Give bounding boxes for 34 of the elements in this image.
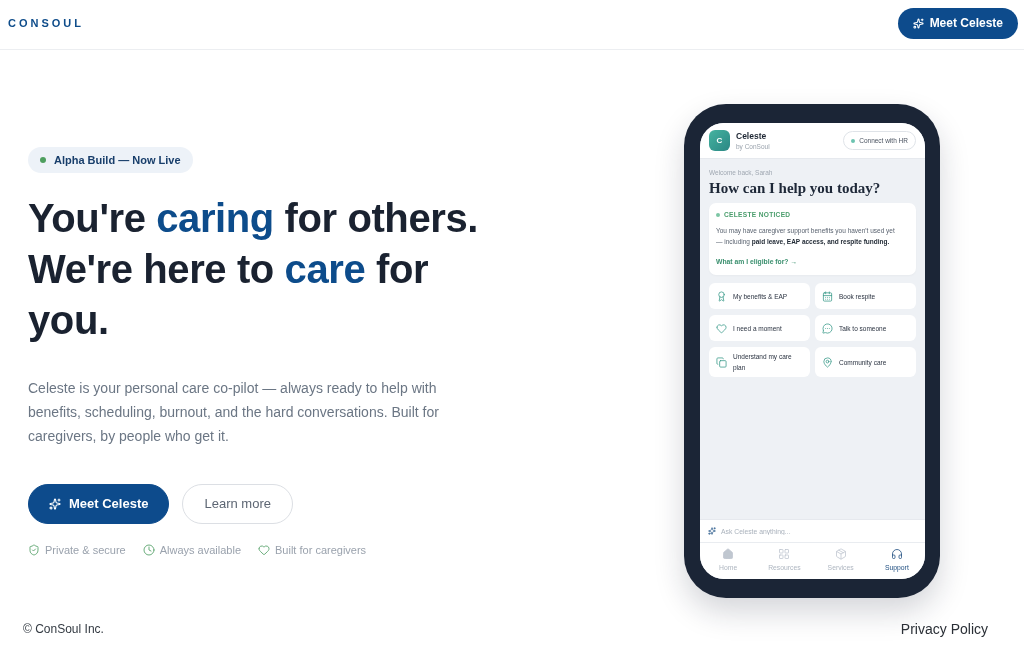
heart-icon	[258, 543, 271, 556]
sparkle-icon	[708, 527, 716, 535]
badge-label: Alpha Build — Now Live	[54, 153, 181, 166]
description: Celeste is your personal care co-pilot — always ready to help with benefits, scheduling, burnout, and the hard conversations. Built for caregivers, by people who get it.	[28, 378, 440, 446]
status-dot-icon	[851, 138, 856, 143]
status-dot-icon	[40, 156, 46, 163]
calendar-icon	[822, 290, 833, 302]
logo: CONSOUL	[8, 17, 84, 29]
headset-icon	[890, 548, 903, 560]
grid-icon	[778, 548, 791, 560]
secondary-button[interactable]: Learn more	[182, 483, 293, 524]
shield-check-icon	[28, 543, 40, 556]
map-pin-icon	[822, 356, 833, 368]
ribbon-award-icon	[716, 290, 727, 302]
copyright: © ConSoul Inc.	[23, 621, 104, 636]
heart-icon	[716, 322, 727, 334]
notice-dot-icon	[716, 212, 720, 217]
meet-button[interactable]: Meet Celeste	[897, 7, 1018, 39]
home-icon	[722, 548, 735, 560]
box-icon	[834, 548, 847, 560]
footer-link[interactable]: Privacy Policy	[900, 620, 988, 637]
assistant-name: Celeste	[736, 131, 768, 141]
feature-label: Built for caregivers	[275, 543, 367, 556]
feature-label: Always available	[159, 543, 242, 556]
headline: You're caring for others. We're here to care for you.	[28, 194, 479, 344]
feature-label: Private & secure	[45, 543, 126, 556]
avatar: C	[709, 130, 730, 151]
chat-title: How can I help you today?	[709, 179, 882, 197]
primary-button[interactable]: Meet Celeste	[28, 483, 170, 524]
sparkle-icon	[49, 497, 61, 510]
sparkle-icon	[912, 17, 924, 29]
chat-bubble-icon	[822, 322, 833, 334]
clock-icon	[142, 543, 155, 556]
stacked-squares-icon	[716, 356, 727, 368]
